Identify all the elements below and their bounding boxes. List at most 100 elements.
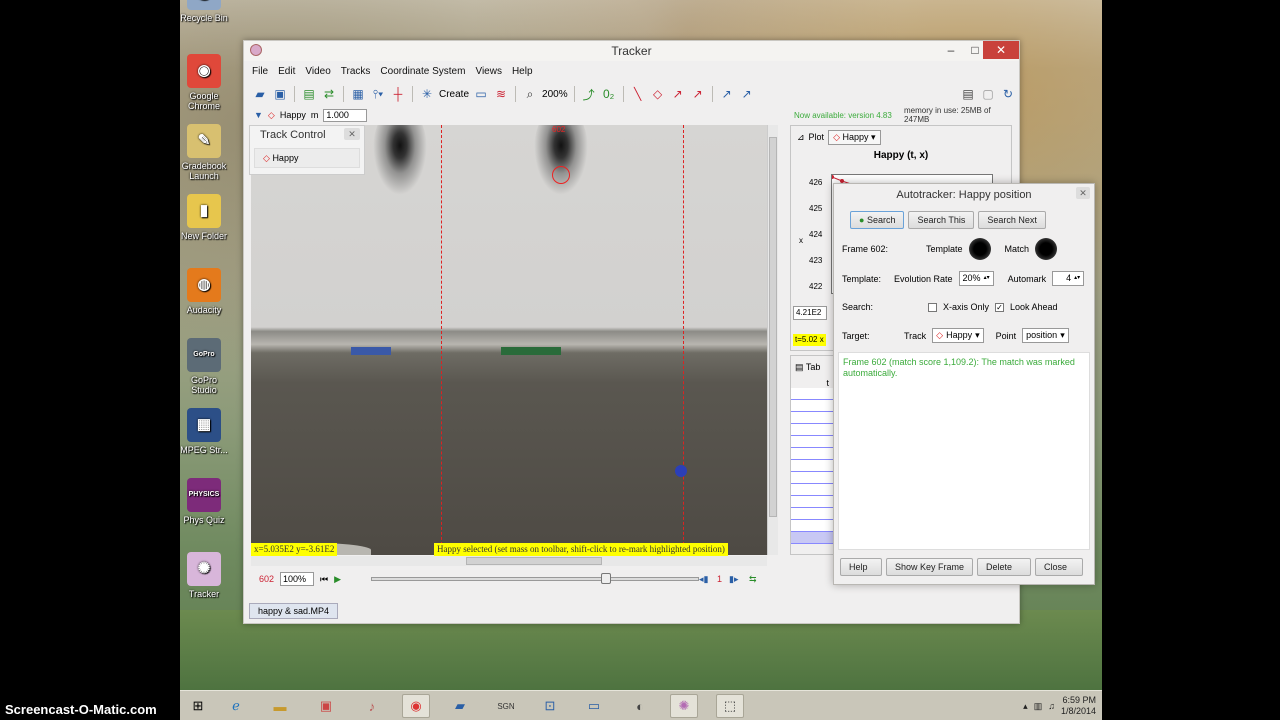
app-icon[interactable]: ▭ <box>580 694 608 718</box>
volume-icon[interactable]: ♫ <box>1048 701 1055 711</box>
position-icon[interactable]: ◇ <box>650 85 666 103</box>
table-row[interactable] <box>791 520 833 532</box>
zoom-field[interactable]: 100% <box>280 572 315 586</box>
table-row[interactable] <box>791 436 833 448</box>
track-dropdown[interactable]: ◇ Happy ▾ <box>932 328 984 343</box>
search-this-button[interactable]: Search This <box>908 211 975 229</box>
app-icon[interactable]: ▰ <box>446 694 474 718</box>
network-tray-icon[interactable]: ▥ <box>1034 701 1043 712</box>
table-tab[interactable]: Tab <box>806 362 821 372</box>
internet-explorer-icon[interactable]: ℯ <box>222 694 250 718</box>
clip-settings-icon[interactable]: ▦ <box>350 85 366 103</box>
video-view[interactable]: 602 <box>251 125 767 555</box>
file-explorer-icon[interactable]: ▬ <box>266 694 294 718</box>
table-row[interactable] <box>791 412 833 424</box>
calibration-icon[interactable]: ⫯▾ <box>370 85 386 103</box>
frame-slider[interactable] <box>371 573 699 584</box>
video-horizontal-scrollbar[interactable] <box>251 556 767 566</box>
search-button[interactable]: ● Search <box>850 211 905 229</box>
table-row[interactable] <box>791 472 833 484</box>
table-row[interactable] <box>791 508 833 520</box>
title-bar[interactable]: Tracker – □ ✕ <box>244 41 1019 61</box>
tape-icon[interactable]: ↗ <box>739 85 755 103</box>
play-icon[interactable]: ▶ <box>334 574 341 585</box>
menu-edit[interactable]: Edit <box>278 63 295 81</box>
menu-tracks[interactable]: Tracks <box>341 63 371 81</box>
clock[interactable]: 6:59 PM 1/8/2014 <box>1061 695 1096 717</box>
table-row[interactable] <box>791 448 833 460</box>
track-button-happy[interactable]: ◇ Happy <box>254 148 360 168</box>
close-dialog-button[interactable]: Close <box>1035 558 1084 576</box>
plot-track-dropdown[interactable]: ◇ Happy ▾ <box>828 129 881 145</box>
xaxis-checkbox[interactable] <box>928 302 937 312</box>
frame-number[interactable]: 602 <box>259 574 274 584</box>
open-folder-icon[interactable]: ▤ <box>301 85 317 103</box>
desktop-icon[interactable]: ✎ Gradebook Launch <box>180 124 228 181</box>
automark-spinner[interactable]: 4 ▴▾ <box>1052 271 1085 286</box>
axes-icon[interactable]: ┼ <box>390 85 406 103</box>
export-icon[interactable]: ⇄ <box>321 85 337 103</box>
table-row[interactable] <box>791 532 833 544</box>
point-dropdown[interactable]: position ▾ <box>1022 328 1069 343</box>
filter-icon[interactable]: ≋ <box>493 85 509 103</box>
table-row[interactable] <box>791 496 833 508</box>
vector-sum-icon[interactable]: ↗ <box>719 85 735 103</box>
menu-coordinate-system[interactable]: Coordinate System <box>380 63 465 81</box>
acceleration-icon[interactable]: ↗ <box>690 85 706 103</box>
create-icon[interactable]: ✳ <box>419 85 435 103</box>
refresh-icon[interactable]: ↻ <box>1000 85 1016 103</box>
video-vertical-scrollbar[interactable] <box>767 125 778 555</box>
table-row[interactable] <box>791 484 833 496</box>
desktop-icon[interactable]: 🗑 Recycle Bin <box>180 0 228 23</box>
desktop-icon[interactable]: ▦ MPEG Str... <box>180 408 228 455</box>
desktop-icon[interactable]: GoPro GoPro Studio <box>180 338 228 395</box>
delete-button[interactable]: Delete <box>977 558 1032 576</box>
position-marker[interactable] <box>552 166 570 184</box>
table-row[interactable] <box>791 388 833 400</box>
step-back-icon[interactable]: ◂▮ <box>699 574 708 585</box>
close-button[interactable]: ✕ <box>983 41 1019 59</box>
trail-icon[interactable]: ⤴ <box>581 85 597 103</box>
pointer-icon[interactable]: ▭ <box>473 85 489 103</box>
network-icon[interactable]: ⊡ <box>536 694 564 718</box>
step-forward-icon[interactable]: ▮▸ <box>729 574 738 585</box>
desktop-icon[interactable]: ✺ Tracker <box>180 552 228 599</box>
mass-field[interactable]: 1.000 <box>323 108 368 122</box>
tracker-taskbar-icon[interactable]: ✺ <box>670 694 698 718</box>
notes-icon[interactable]: ▤ <box>960 85 976 103</box>
loop-icon[interactable]: ⇆ <box>749 574 757 585</box>
label-icon[interactable]: 0₂ <box>601 85 617 103</box>
step-size[interactable]: 1 <box>717 574 722 584</box>
menu-video[interactable]: Video <box>305 63 330 81</box>
path-icon[interactable]: ╲ <box>630 85 646 103</box>
desktop-icon[interactable]: ◉ Google Chrome <box>180 54 228 111</box>
track-name[interactable]: Happy <box>280 110 306 120</box>
media-player-icon[interactable]: ♪ <box>358 694 386 718</box>
menu-file[interactable]: File <box>252 63 268 81</box>
autotracker-close-icon[interactable]: ✕ <box>1076 187 1090 199</box>
app-icon[interactable]: SGN <box>492 694 520 718</box>
rewind-icon[interactable]: ⏮ <box>320 574 328 585</box>
save-icon[interactable]: ▣ <box>272 85 288 103</box>
version-available[interactable]: Now available: version 4.83 <box>794 111 892 120</box>
desktop-icon[interactable]: PHYSICS Phys Quiz <box>180 478 228 525</box>
screencast-icon[interactable]: ⬚ <box>716 694 744 718</box>
plot-tab[interactable]: Plot <box>809 132 825 142</box>
table-row[interactable] <box>791 460 833 472</box>
chrome-icon[interactable]: ◉ <box>402 694 430 718</box>
table-row[interactable] <box>791 424 833 436</box>
slider-knob[interactable] <box>600 573 611 584</box>
zoom-icon[interactable]: ⌕ <box>522 85 538 103</box>
desktop-icon[interactable]: ◍ Audacity <box>180 268 228 315</box>
app-icon[interactable]: ▣ <box>312 694 340 718</box>
menu-views[interactable]: Views <box>475 63 502 81</box>
minimize-button[interactable]: – <box>939 41 963 59</box>
table-row[interactable] <box>791 400 833 412</box>
app-icon[interactable]: ◐ <box>626 694 654 718</box>
copy-icon[interactable]: ▢ <box>980 85 996 103</box>
tray-arrow-icon[interactable]: ▴ <box>1023 701 1028 712</box>
velocity-icon[interactable]: ↗ <box>670 85 686 103</box>
track-control-close-icon[interactable]: ✕ <box>344 128 360 140</box>
scrollbar-thumb[interactable] <box>769 137 777 517</box>
evolution-spinner[interactable]: 20% ▴▾ <box>958 271 994 286</box>
